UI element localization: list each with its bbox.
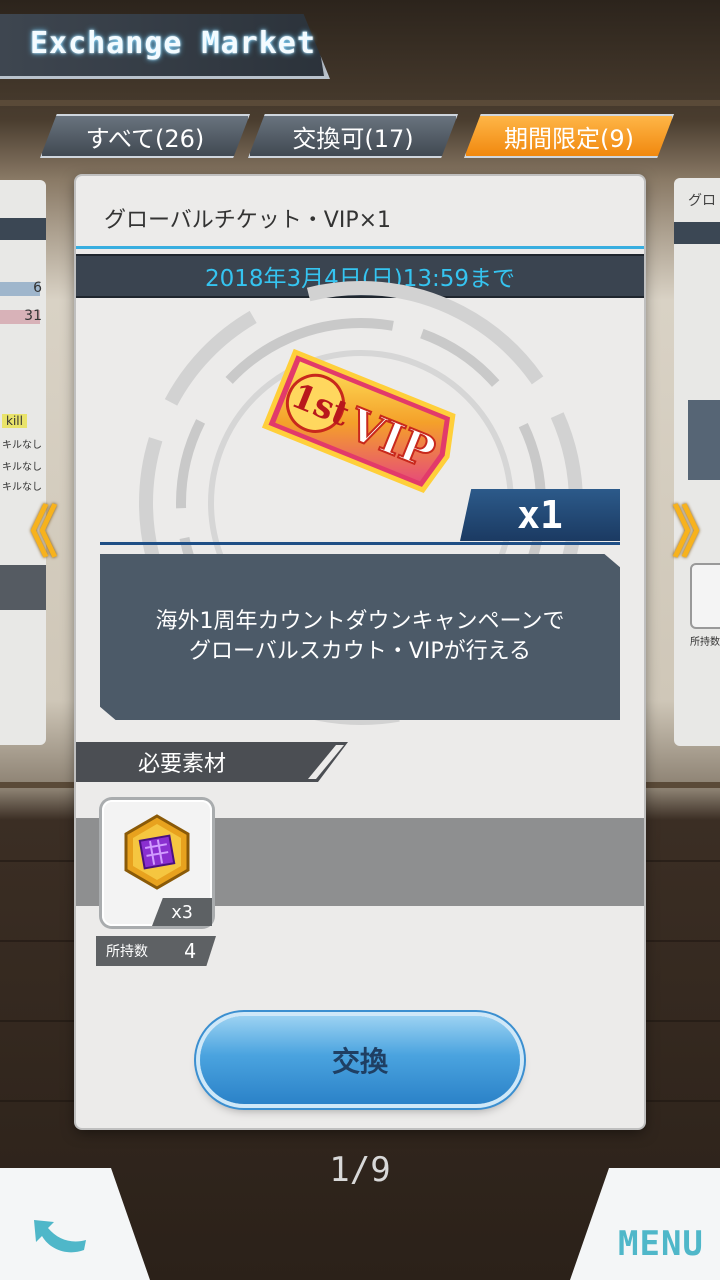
tab-label: すべて(26) [85,124,205,153]
description-line: 海外1周年カウントダウンキャンペーンで [155,609,565,634]
tab-exchangeable[interactable]: 交換可(17) [248,114,458,158]
skill-header: kill [2,414,27,428]
back-arrow-icon [34,1220,86,1253]
reward-quantity-plate: x1 [460,489,620,541]
previous-card-header [0,218,46,240]
tab-label: 期間限定(9) [504,124,634,153]
card-divider [76,246,644,249]
header-slash-icon [302,742,348,782]
exchange-item-card: グローバルチケット・VIP×1 2018年3月4日(日)13:59まで 1st … [76,176,644,1128]
next-item-card[interactable]: グロ 所持数 [674,178,720,746]
material-slot[interactable]: x3 [102,800,212,926]
owned-label: 所持数 [106,944,148,960]
item-description: 海外1周年カウントダウンキャンペーンで グローバルスカウト・VIPが行える [100,554,620,720]
vip-ticket-icon: 1st VIP [261,348,456,493]
skill-line: キルなし [2,462,42,473]
material-count-badge: x3 [152,898,212,926]
next-card-header [674,222,720,244]
stat-value: 6 [33,280,42,296]
skill-line: キルなし [2,440,42,451]
filter-tabs: すべて(26) 交換可(17) 期間限定(9) [40,114,680,158]
page-title: Exchange Market [30,26,316,61]
owned-count-plate: 所持数 4 [96,936,216,966]
stat-value: 31 [24,308,42,324]
next-arrow-icon[interactable]: 》 [672,488,720,569]
next-card-material [690,563,720,629]
tab-limited-time[interactable]: 期間限定(9) [464,114,674,158]
owned-value: 4 [184,939,197,963]
exchange-button-label: 交換 [331,1046,388,1077]
menu-label: MENU [618,1224,704,1264]
required-materials-label: 必要素材 [138,752,227,777]
required-materials-header: 必要素材 [76,742,336,782]
previous-arrow-icon[interactable]: 《 [2,488,58,569]
reward-quantity: x1 [517,493,563,537]
previous-item-card[interactable]: 6 31 kill キルなし キルなし キルなし [0,180,46,745]
tab-all[interactable]: すべて(26) [40,114,250,158]
material-count: x3 [171,901,193,923]
previous-card-block [0,565,46,610]
gem-medal-icon [124,814,190,890]
next-card-desc-block [688,400,720,480]
next-card-title: グロ [688,193,716,209]
exchange-button[interactable]: 交換 [200,1016,520,1104]
quantity-underline [100,542,620,545]
description-line: グローバルスカウト・VIPが行える [189,639,531,664]
item-name: グローバルチケット・VIP×1 [104,208,392,233]
tab-label: 交換可(17) [292,124,414,153]
shelf [0,100,720,106]
next-card-owned-label: 所持数 [690,637,720,648]
